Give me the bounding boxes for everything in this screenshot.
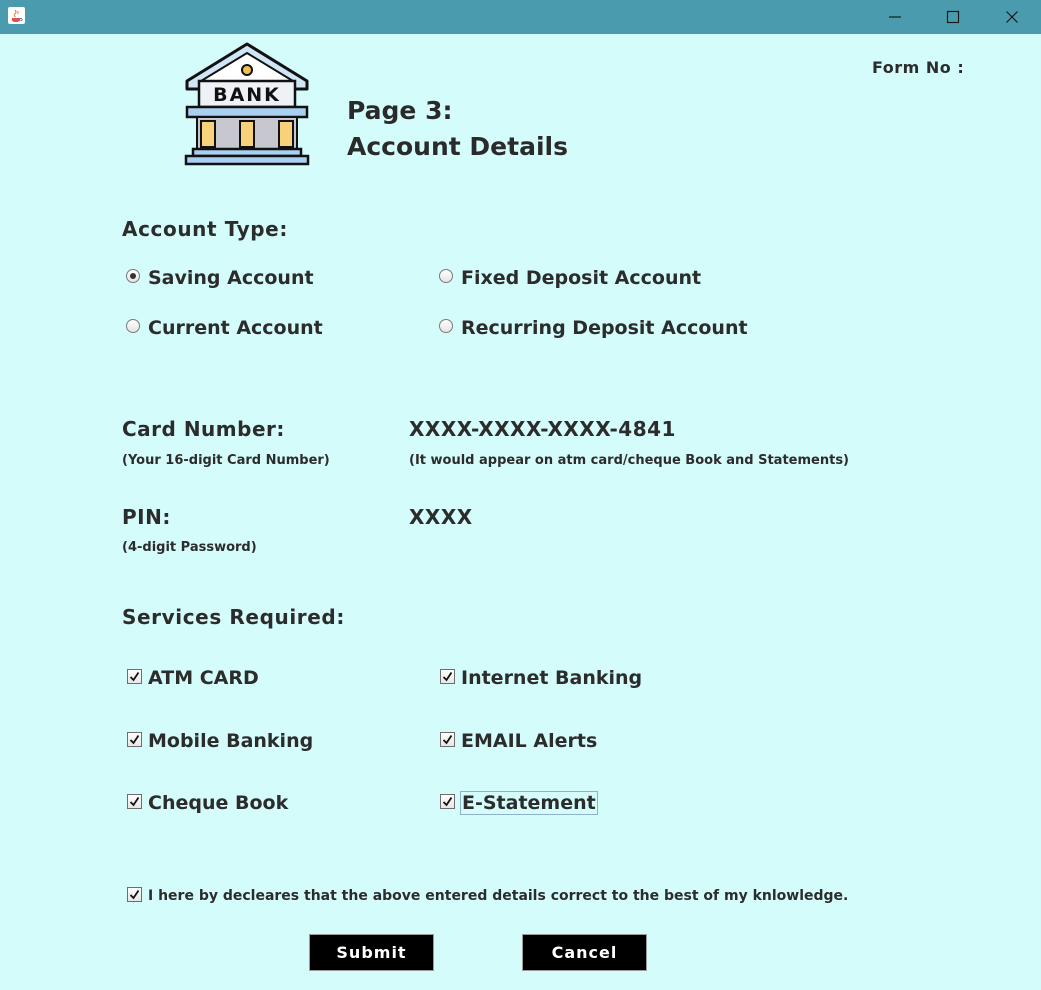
radio-unselected-icon[interactable] [439, 269, 453, 283]
radio-label: Saving Account [148, 267, 314, 289]
minimize-icon [889, 16, 901, 18]
maximize-button[interactable] [924, 0, 982, 34]
checkbox-atm-card[interactable]: ATM CARD [127, 667, 259, 689]
page-title: Account Details [347, 132, 568, 161]
services-title: Services Required: [122, 605, 345, 629]
form-no-label: Form No : [872, 58, 965, 77]
pin-label: PIN: [122, 505, 171, 529]
radio-recurring-deposit-account[interactable]: Recurring Deposit Account [439, 317, 748, 339]
bank-logo: BANK [183, 41, 311, 167]
checkbox-label: Internet Banking [461, 667, 643, 689]
checkbox-checked-icon[interactable] [440, 668, 455, 684]
checkbox-checked-icon[interactable] [440, 731, 455, 747]
checkbox-email-alerts[interactable]: EMAIL Alerts [440, 730, 597, 752]
radio-selected-icon[interactable] [126, 269, 140, 283]
page-number: Page 3: [347, 96, 453, 125]
checkbox-checked-icon[interactable] [127, 668, 142, 684]
submit-button[interactable]: Submit [309, 934, 434, 971]
declaration-text: I here by decleares that the above enter… [148, 888, 849, 904]
svg-text:BANK: BANK [213, 84, 281, 106]
checkbox-checked-icon[interactable] [440, 793, 455, 809]
radio-label: Current Account [148, 317, 323, 339]
minimize-button[interactable] [866, 0, 924, 34]
radio-saving-account[interactable]: Saving Account [126, 267, 314, 289]
radio-label: Fixed Deposit Account [461, 267, 702, 289]
radio-unselected-icon[interactable] [126, 319, 140, 333]
checkbox-e-statement[interactable]: E-Statement [440, 791, 598, 815]
declaration-checkbox[interactable]: I here by decleares that the above enter… [127, 886, 849, 904]
card-number-value: XXXX-XXXX-XXXX-4841 [409, 417, 676, 441]
checkbox-checked-icon[interactable] [127, 886, 142, 902]
checkbox-label: ATM CARD [148, 667, 259, 689]
account-details-form: BANK Page 3: Account Details Form No : A… [0, 34, 1041, 990]
checkbox-cheque-book[interactable]: Cheque Book [127, 792, 288, 814]
account-type-title: Account Type: [122, 217, 288, 241]
radio-label: Recurring Deposit Account [461, 317, 748, 339]
radio-fixed-deposit-account[interactable]: Fixed Deposit Account [439, 267, 701, 289]
radio-current-account[interactable]: Current Account [126, 317, 323, 339]
radio-unselected-icon[interactable] [439, 319, 453, 333]
window-titlebar [0, 0, 1041, 34]
close-button[interactable] [983, 0, 1041, 34]
checkbox-label: E-Statement [460, 791, 598, 815]
checkbox-checked-icon[interactable] [127, 793, 142, 809]
checkbox-label: Mobile Banking [148, 730, 314, 752]
cancel-button[interactable]: Cancel [522, 934, 647, 971]
checkbox-mobile-banking[interactable]: Mobile Banking [127, 730, 313, 752]
close-icon [1006, 11, 1018, 23]
checkbox-label: Cheque Book [148, 792, 289, 814]
checkbox-internet-banking[interactable]: Internet Banking [440, 667, 642, 689]
java-app-icon[interactable] [8, 7, 25, 24]
card-number-note: (It would appear on atm card/cheque Book… [409, 453, 850, 468]
checkbox-label: EMAIL Alerts [461, 730, 598, 752]
card-number-label: Card Number: [122, 417, 285, 441]
maximize-icon [946, 10, 960, 24]
checkbox-checked-icon[interactable] [127, 731, 142, 747]
pin-value: XXXX [409, 505, 473, 529]
card-number-hint: (Your 16-digit Card Number) [122, 453, 330, 468]
pin-hint: (4-digit Password) [122, 540, 257, 555]
